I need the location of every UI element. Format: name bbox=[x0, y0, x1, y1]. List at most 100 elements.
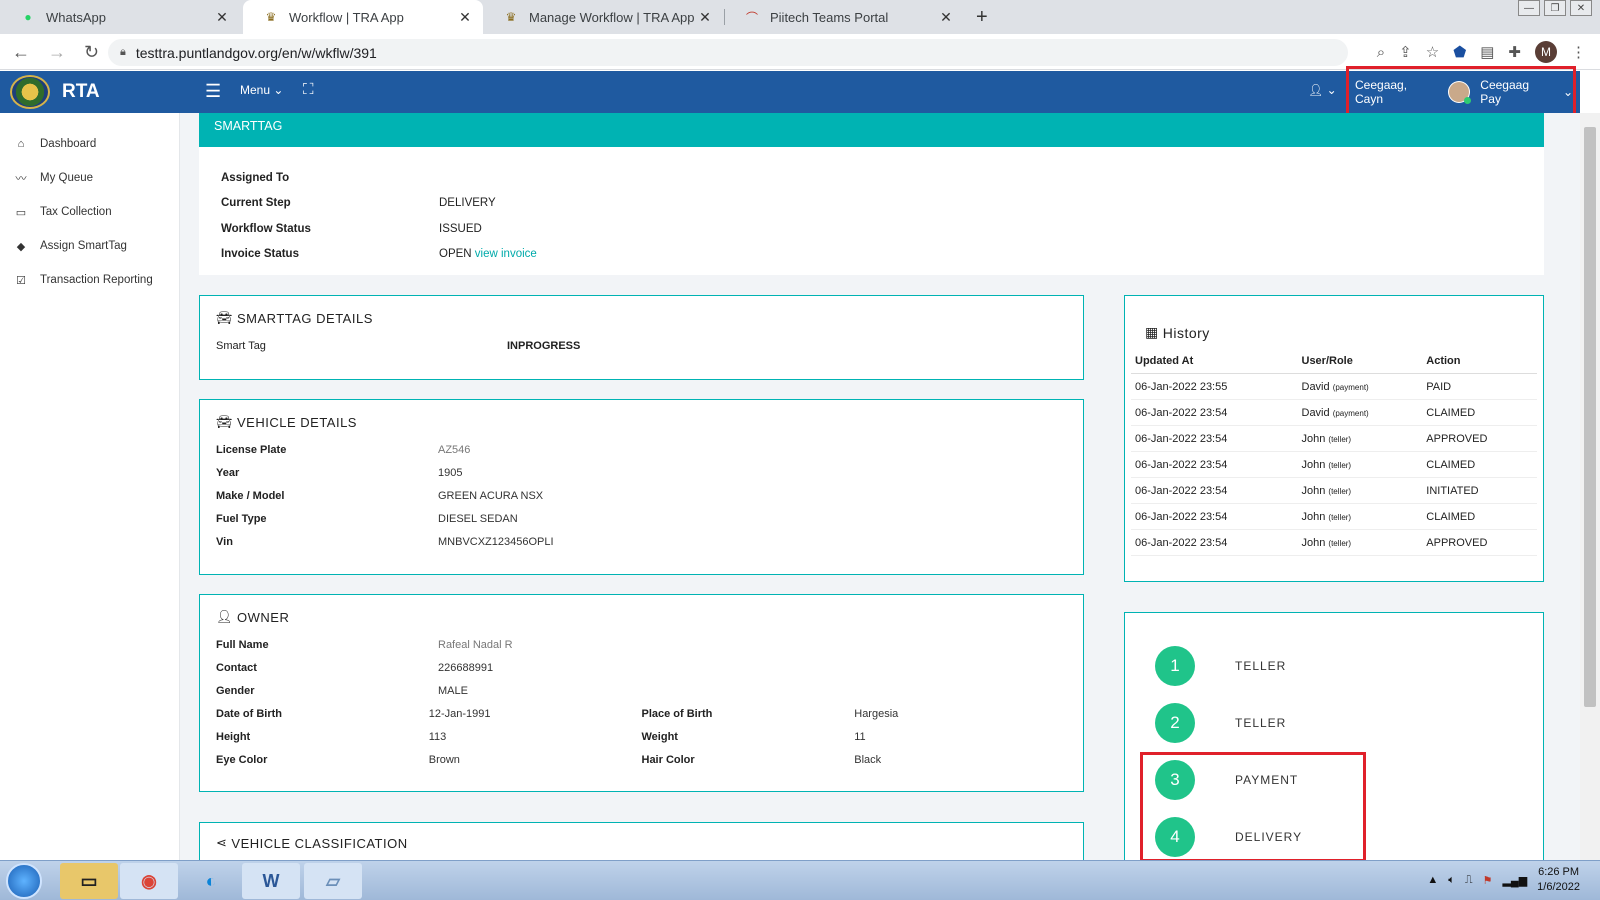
tags-icon: ◆ bbox=[16, 240, 26, 253]
car-icon: 🚘︎ bbox=[216, 414, 234, 429]
volume-icon[interactable]: 🔈︎ bbox=[1448, 874, 1455, 887]
user-menu[interactable]: Ceegaag, Cayn Ceegaag Pay ⌄ bbox=[1346, 66, 1576, 117]
user-role: (teller) bbox=[1328, 486, 1352, 496]
calendar-icon: ▦ bbox=[1145, 324, 1159, 340]
fullscreen-icon[interactable]: ⛶ bbox=[303, 81, 314, 98]
current-step-value: DELIVERY bbox=[439, 197, 496, 210]
step-number: 1 bbox=[1155, 645, 1195, 686]
hair-color-value: Black bbox=[854, 753, 882, 766]
tab-workflow[interactable]: ♛ Workflow | TRA App ✕ bbox=[243, 0, 483, 34]
brand-name: RTA bbox=[62, 81, 100, 102]
extension-shield-icon[interactable]: ⬟ bbox=[1453, 43, 1466, 61]
step-label: TELLER bbox=[1235, 715, 1287, 730]
menu-dropdown[interactable]: Menu ⌄ bbox=[240, 83, 283, 97]
close-icon[interactable]: ✕ bbox=[938, 9, 954, 26]
word-icon[interactable]: W bbox=[242, 863, 300, 899]
user-role: Ceegaag Pay bbox=[1480, 77, 1529, 106]
tab-teams-portal[interactable]: ⌒ Piitech Teams Portal ✕ bbox=[724, 0, 964, 34]
scrollbar-thumb[interactable] bbox=[1584, 127, 1596, 707]
clock-time: 6:26 PM bbox=[1538, 866, 1580, 878]
user-role-cell: David (payment) bbox=[1297, 373, 1423, 400]
start-button[interactable] bbox=[6, 863, 42, 899]
invoice-status-label: Invoice Status bbox=[221, 248, 299, 261]
zoom-icon[interactable]: ⌕ bbox=[1377, 44, 1385, 61]
page-title: SMARTTAG bbox=[199, 113, 1544, 147]
card-title: OWNER bbox=[237, 609, 290, 625]
new-tab-button[interactable]: + bbox=[976, 6, 988, 29]
summary-panel: Assigned To Current Step DELIVERY Workflo… bbox=[199, 147, 1544, 275]
restore-button[interactable]: ❐ bbox=[1544, 0, 1566, 16]
history-table: Updated At User/Role Action 06-Jan-2022 … bbox=[1131, 349, 1537, 556]
network-adapter-icon[interactable]: ⎍ bbox=[1465, 874, 1473, 887]
hamburger-icon[interactable]: ☰ bbox=[205, 81, 221, 102]
step-number: 2 bbox=[1155, 702, 1195, 743]
card-title: VEHICLE CLASSIFICATION bbox=[231, 835, 408, 851]
brand[interactable]: RTA bbox=[10, 75, 100, 109]
action-cell: APPROVED bbox=[1422, 529, 1537, 556]
smarttag-details-card: 🚘︎ SMARTTAG DETAILS Smart Tag INPROGRESS bbox=[199, 295, 1084, 380]
page-scrollbar[interactable] bbox=[1580, 113, 1600, 860]
minimize-button[interactable]: — bbox=[1518, 0, 1540, 16]
os-taskbar: ▭ ◉ ◐ W ▱ ▲ 🔈︎ ⎍ ⚑ ▂▄▆ 6:26 PM 1/6/2022 bbox=[0, 860, 1600, 900]
more-menu-icon[interactable]: ⋮ bbox=[1571, 43, 1586, 61]
owner-card: 👤︎ OWNER Full Name Rafeal Nadal R Contact 2… bbox=[199, 594, 1084, 792]
extension-clipboard-icon[interactable]: ▤ bbox=[1480, 43, 1494, 61]
card-title: History bbox=[1162, 324, 1210, 341]
tab-manage-workflow[interactable]: ♛ Manage Workflow | TRA App ✕ bbox=[483, 0, 723, 34]
close-icon[interactable]: ✕ bbox=[457, 9, 473, 26]
sidebar-item-assign-smarttag[interactable]: ◆ Assign SmartTag bbox=[0, 229, 179, 263]
user-role-cell: John (teller) bbox=[1297, 477, 1423, 504]
weight-label: Weight bbox=[641, 730, 678, 743]
hair-color-label: Hair Color bbox=[641, 753, 695, 766]
workflow-step: 1 TELLER bbox=[1125, 637, 1543, 694]
chrome-icon[interactable]: ◉ bbox=[120, 863, 178, 899]
check-icon: ☑ bbox=[16, 274, 26, 287]
tab-whatsapp[interactable]: ● WhatsApp ✕ bbox=[0, 0, 240, 34]
action-cell: INITIATED bbox=[1422, 477, 1537, 504]
notepad-icon[interactable]: ▱ bbox=[304, 863, 362, 899]
share-nodes-icon: ⋖ bbox=[216, 835, 228, 850]
full-name-value: Rafeal Nadal R bbox=[438, 638, 513, 651]
edge-icon[interactable]: ◐ bbox=[182, 863, 240, 899]
extensions-puzzle-icon[interactable]: ✚ bbox=[1508, 43, 1521, 61]
user-role-cell: John (teller) bbox=[1297, 503, 1423, 530]
window-close-button[interactable]: ✕ bbox=[1570, 0, 1592, 16]
close-icon[interactable]: ✕ bbox=[697, 9, 713, 26]
chevron-down-icon: ⌄ bbox=[273, 83, 284, 97]
clock[interactable]: 6:26 PM 1/6/2022 bbox=[1537, 865, 1580, 895]
signal-icon[interactable]: ▂▄▆ bbox=[1502, 874, 1527, 887]
table-row: 06-Jan-2022 23:55 David (payment) PAID bbox=[1131, 373, 1537, 400]
user-name: David bbox=[1301, 406, 1330, 419]
sidebar-item-dashboard[interactable]: ⌂ Dashboard bbox=[0, 127, 179, 161]
reload-icon[interactable]: ↻ bbox=[84, 42, 99, 63]
file-explorer-icon[interactable]: ▭ bbox=[60, 863, 118, 899]
user-role: (teller) bbox=[1328, 434, 1352, 444]
sidebar-item-transaction-reporting[interactable]: ☑ Transaction Reporting bbox=[0, 263, 179, 297]
vehicle-classification-card: ⋖ VEHICLE CLASSIFICATION bbox=[199, 822, 1084, 860]
tray-arrow-icon[interactable]: ▲ bbox=[1427, 874, 1438, 886]
user-name: John bbox=[1301, 536, 1326, 549]
user-menu-icon[interactable]: 👤︎ ⌄ bbox=[1308, 83, 1337, 97]
updated-at-cell: 06-Jan-2022 23:54 bbox=[1131, 477, 1298, 504]
action-center-icon[interactable]: ⚑ bbox=[1483, 874, 1493, 887]
view-invoice-link[interactable]: view invoice bbox=[475, 248, 537, 260]
pob-label: Place of Birth bbox=[641, 707, 713, 720]
tab-title: WhatsApp bbox=[46, 9, 106, 25]
updated-at-cell: 06-Jan-2022 23:54 bbox=[1131, 529, 1298, 556]
user-role: (teller) bbox=[1328, 460, 1352, 470]
sidebar-item-label: My Queue bbox=[40, 172, 94, 184]
back-icon[interactable]: ← bbox=[12, 42, 30, 63]
sidebar-item-tax-collection[interactable]: ▭ Tax Collection bbox=[0, 195, 179, 229]
profile-avatar[interactable]: M bbox=[1535, 41, 1557, 63]
url-text: testtra.puntlandgov.org/en/w/wkflw/391 bbox=[135, 44, 377, 61]
sidebar-item-my-queue[interactable]: 〰 My Queue bbox=[0, 161, 179, 195]
sidebar-item-label: Assign SmartTag bbox=[40, 240, 127, 252]
updated-at-cell: 06-Jan-2022 23:54 bbox=[1131, 503, 1298, 530]
step-label: TELLER bbox=[1235, 658, 1287, 673]
close-icon[interactable]: ✕ bbox=[214, 9, 230, 26]
main-content: SMARTTAG Assigned To Current Step DELIVER… bbox=[180, 113, 1580, 860]
bookmark-star-icon[interactable]: ☆ bbox=[1426, 43, 1439, 61]
url-bar[interactable]: 🔒︎ testtra.puntlandgov.org/en/w/wkflw/39… bbox=[108, 39, 1348, 66]
share-icon[interactable]: ⇪ bbox=[1399, 43, 1412, 61]
forward-icon[interactable]: → bbox=[48, 42, 66, 63]
